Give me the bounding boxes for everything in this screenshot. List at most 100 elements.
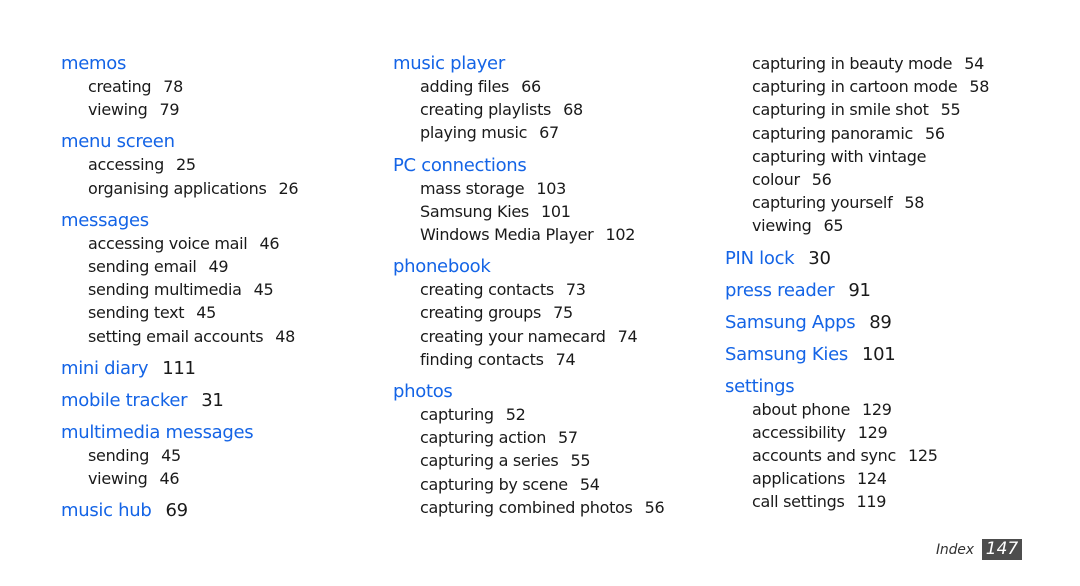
- index-subentry[interactable]: capturing in smile shot 55: [725, 98, 989, 121]
- index-heading[interactable]: memos: [61, 52, 298, 75]
- page-reference[interactable]: 26: [279, 179, 299, 198]
- page-reference[interactable]: 79: [160, 100, 180, 119]
- index-subentry[interactable]: mass storage 103: [393, 177, 664, 200]
- index-heading[interactable]: music player: [393, 52, 664, 75]
- page-reference[interactable]: 45: [196, 303, 216, 322]
- index-heading[interactable]: menu screen: [61, 130, 298, 153]
- index-subentry[interactable]: capturing with vintage: [725, 145, 989, 168]
- page-reference[interactable]: 54: [964, 54, 984, 73]
- page-reference[interactable]: 124: [857, 469, 887, 488]
- index-subentry[interactable]: accessibility 129: [725, 421, 989, 444]
- index-heading[interactable]: press reader 91: [725, 279, 989, 302]
- index-subentry[interactable]: capturing in beauty mode 54: [725, 52, 989, 75]
- index-heading[interactable]: photos: [393, 380, 664, 403]
- page-reference[interactable]: 55: [570, 451, 590, 470]
- index-subentry[interactable]: sending 45: [61, 444, 298, 467]
- index-heading[interactable]: PIN lock 30: [725, 247, 989, 270]
- index-subentry[interactable]: creating 78: [61, 75, 298, 98]
- page-reference[interactable]: 57: [558, 428, 578, 447]
- page-reference[interactable]: 67: [539, 123, 559, 142]
- page-reference[interactable]: 75: [553, 303, 573, 322]
- index-subentry[interactable]: applications 124: [725, 467, 989, 490]
- index-subentry[interactable]: playing music 67: [393, 121, 664, 144]
- index-subentry[interactable]: capturing yourself 58: [725, 191, 989, 214]
- index-heading[interactable]: Samsung Apps 89: [725, 311, 989, 334]
- index-subentry[interactable]: colour 56: [725, 168, 989, 191]
- index-subentry[interactable]: creating playlists 68: [393, 98, 664, 121]
- index-subentry[interactable]: viewing 46: [61, 467, 298, 490]
- index-subentry[interactable]: accessing voice mail 46: [61, 232, 298, 255]
- index-subentry[interactable]: accessing 25: [61, 153, 298, 176]
- index-subentry[interactable]: capturing panoramic 56: [725, 122, 989, 145]
- index-subentry[interactable]: sending multimedia 45: [61, 278, 298, 301]
- index-subentry[interactable]: accounts and sync 125: [725, 444, 989, 467]
- index-subentry[interactable]: Samsung Kies 101: [393, 200, 664, 223]
- page-reference[interactable]: 129: [862, 400, 892, 419]
- index-subentry[interactable]: capturing a series 55: [393, 449, 664, 472]
- page-reference[interactable]: 56: [925, 124, 945, 143]
- page-reference[interactable]: 74: [556, 350, 576, 369]
- index-subentry[interactable]: viewing 79: [61, 98, 298, 121]
- index-subentry[interactable]: capturing in cartoon mode 58: [725, 75, 989, 98]
- page-reference[interactable]: 46: [160, 469, 180, 488]
- page-reference[interactable]: 45: [254, 280, 274, 299]
- index-subentry[interactable]: Windows Media Player 102: [393, 223, 664, 246]
- index-heading[interactable]: PC connections: [393, 154, 664, 177]
- index-subentry[interactable]: creating groups 75: [393, 301, 664, 324]
- index-subentry[interactable]: sending email 49: [61, 255, 298, 278]
- index-subentry[interactable]: viewing 65: [725, 214, 989, 237]
- page-reference[interactable]: 58: [969, 77, 989, 96]
- page-reference[interactable]: 102: [605, 225, 635, 244]
- page-reference[interactable]: 30: [808, 248, 831, 269]
- page-reference[interactable]: 101: [541, 202, 571, 221]
- index-heading[interactable]: mini diary 111: [61, 357, 298, 380]
- page-reference[interactable]: 56: [645, 498, 665, 517]
- index-subentry[interactable]: call settings 119: [725, 490, 989, 513]
- page-reference[interactable]: 46: [259, 234, 279, 253]
- index-subentry[interactable]: sending text 45: [61, 301, 298, 324]
- page-reference[interactable]: 56: [812, 170, 832, 189]
- page-reference[interactable]: 73: [566, 280, 586, 299]
- page-reference[interactable]: 25: [176, 155, 196, 174]
- page-reference[interactable]: 89: [869, 312, 892, 333]
- index-subentry[interactable]: about phone 129: [725, 398, 989, 421]
- page-reference[interactable]: 101: [862, 344, 896, 365]
- page-reference[interactable]: 65: [824, 216, 844, 235]
- index-subentry[interactable]: capturing action 57: [393, 426, 664, 449]
- page-reference[interactable]: 66: [521, 77, 541, 96]
- page-reference[interactable]: 78: [163, 77, 183, 96]
- page-reference[interactable]: 52: [506, 405, 526, 424]
- index-heading[interactable]: Samsung Kies 101: [725, 343, 989, 366]
- page-reference[interactable]: 103: [536, 179, 566, 198]
- index-subentry[interactable]: adding files 66: [393, 75, 664, 98]
- page-reference[interactable]: 49: [209, 257, 229, 276]
- page-reference[interactable]: 129: [858, 423, 888, 442]
- index-heading[interactable]: phonebook: [393, 255, 664, 278]
- index-subentry[interactable]: setting email accounts 48: [61, 325, 298, 348]
- index-subentry[interactable]: creating contacts 73: [393, 278, 664, 301]
- page-reference[interactable]: 125: [908, 446, 938, 465]
- index-heading[interactable]: settings: [725, 375, 989, 398]
- page-reference[interactable]: 69: [165, 500, 188, 521]
- index-heading[interactable]: messages: [61, 209, 298, 232]
- page-reference[interactable]: 111: [162, 358, 196, 379]
- index-heading[interactable]: mobile tracker 31: [61, 389, 298, 412]
- page-reference[interactable]: 74: [618, 327, 638, 346]
- page-reference[interactable]: 91: [848, 280, 871, 301]
- page-reference[interactable]: 58: [904, 193, 924, 212]
- index-subentry[interactable]: capturing combined photos 56: [393, 496, 665, 519]
- page-reference[interactable]: 119: [856, 492, 886, 511]
- index-subentry[interactable]: organising applications 26: [61, 177, 299, 200]
- index-heading[interactable]: music hub 69: [61, 499, 298, 522]
- index-subentry[interactable]: creating your namecard 74: [393, 325, 664, 348]
- page-reference[interactable]: 48: [275, 327, 295, 346]
- page-reference[interactable]: 31: [201, 390, 224, 411]
- page-reference[interactable]: 68: [563, 100, 583, 119]
- index-heading[interactable]: multimedia messages: [61, 421, 298, 444]
- page-reference[interactable]: 54: [580, 475, 600, 494]
- index-subentry[interactable]: capturing by scene 54: [393, 473, 664, 496]
- page-reference[interactable]: 45: [161, 446, 181, 465]
- index-subentry[interactable]: finding contacts 74: [393, 348, 664, 371]
- page-reference[interactable]: 55: [941, 100, 961, 119]
- index-subentry[interactable]: capturing 52: [393, 403, 664, 426]
